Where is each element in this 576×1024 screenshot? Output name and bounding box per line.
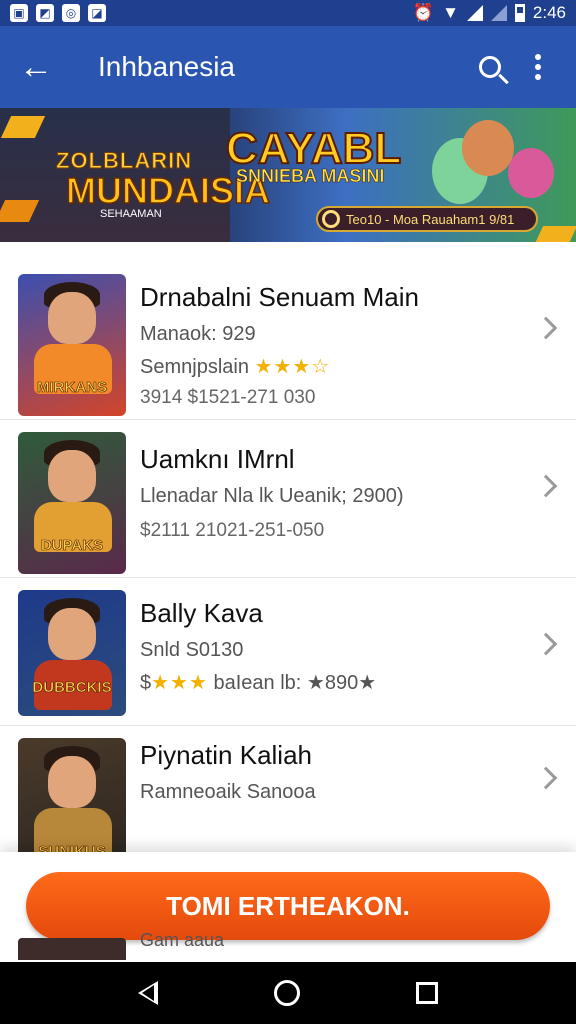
alarm-icon: ⏰ xyxy=(412,3,435,22)
game-meta-1: Snld S0130 xyxy=(140,639,244,661)
nav-back-icon[interactable] xyxy=(138,981,158,1005)
photo-icon: ▣ xyxy=(10,4,28,22)
game-meta-2: $ xyxy=(140,672,152,694)
peek-thumbnail xyxy=(18,938,126,960)
rating-stars: ★★★☆ xyxy=(254,356,331,378)
game-meta-1: Llenadar Nla lk Ueanik; 2900) xyxy=(140,485,404,507)
thumb-head xyxy=(48,292,96,344)
chevron-right-icon xyxy=(534,766,558,790)
game-thumbnail: MIRKANS xyxy=(18,274,126,416)
game-meta-1: Manaok: 929 xyxy=(140,323,256,345)
game-list: MIRKANS Drnabalni Senuam Main Manaok: 92… xyxy=(0,262,576,884)
more-options-button[interactable] xyxy=(514,43,562,91)
rating-stars: ★★★ xyxy=(151,672,208,694)
peek-text: Gam aaua xyxy=(140,930,225,950)
search-icon xyxy=(479,56,501,78)
game-title: Piynatin Kaliah xyxy=(140,740,312,770)
page-title: Inhbanesia xyxy=(98,51,236,82)
status-time: 2:46 xyxy=(532,3,566,22)
back-arrow-icon[interactable]: ← xyxy=(14,45,58,89)
banner-shard xyxy=(532,226,576,242)
primary-cta-button[interactable]: TOMI ERTHEAKON. xyxy=(26,872,550,940)
banner-pill: Teo10 - Moa Rauaham1 9/81 xyxy=(316,206,538,232)
gallery-icon: ◪ xyxy=(88,4,106,22)
app-bar: ← Inhbanesia xyxy=(0,26,576,108)
banner-left-sub: SEHAAMAN xyxy=(100,208,162,220)
status-bar: ▣ ◩ ◎ ◪ ⏰ ▼ 2:46 xyxy=(0,0,576,26)
chevron-right-icon xyxy=(534,632,558,656)
signal-icon xyxy=(466,5,483,21)
battery-icon xyxy=(514,4,525,22)
game-meta-3: $2111 21021-251-050 xyxy=(140,520,325,541)
list-item[interactable]: DUPAKS Uamknı IMrnl Llenadar Nla lk Uean… xyxy=(0,420,576,578)
banner-pill-text: Teo10 - Moa Rauaham1 9/81 xyxy=(346,211,515,227)
list-item[interactable]: MIRKANS Drnabalni Senuam Main Manaok: 92… xyxy=(0,262,576,420)
chevron-right-icon xyxy=(534,316,558,340)
more-vert-icon xyxy=(535,54,541,80)
banner-character xyxy=(508,148,554,198)
game-meta-1: Ramneoaik Sanooa xyxy=(140,781,316,803)
chevron-right-icon xyxy=(534,474,558,498)
search-button[interactable] xyxy=(466,43,514,91)
game-title: Bally Kava xyxy=(140,598,263,628)
wifi-icon: ▼ xyxy=(442,3,459,22)
game-thumbnail: DUBBCKIS xyxy=(18,590,126,716)
signal-icon-2 xyxy=(490,5,507,21)
game-title: Drnabalni Senuam Main xyxy=(140,282,419,312)
thumb-caption: DUPAKS xyxy=(40,537,104,555)
nav-recents-icon[interactable] xyxy=(416,982,438,1004)
thumb-head xyxy=(48,608,96,660)
thumb-caption: MIRKANS xyxy=(37,379,108,397)
game-thumbnail: DUPAKS xyxy=(18,432,126,574)
list-item[interactable]: DUBBCKIS Bally Kava Snld S0130 $★★★ baIe… xyxy=(0,578,576,726)
game-meta-2: Semnjpslain xyxy=(140,356,249,378)
game-meta-2-suffix: baIean lb: ★890★ xyxy=(213,672,377,694)
cast-icon: ◩ xyxy=(36,4,54,22)
banner-character xyxy=(462,120,514,176)
thumb-head xyxy=(48,756,96,808)
thumb-caption: DUBBCKIS xyxy=(32,679,112,697)
nav-home-icon[interactable] xyxy=(274,980,300,1006)
instagram-icon: ◎ xyxy=(62,4,80,22)
gear-icon xyxy=(322,210,340,228)
game-meta-3: 3914 $1521-271 030 xyxy=(140,387,316,408)
thumb-head xyxy=(48,450,96,502)
banner-right-line: SNNIEBA MASINI xyxy=(236,166,385,187)
promo-banner[interactable]: ZOLBLARIN MUNDAISIA SEHAAMAN CAYABL SNNI… xyxy=(0,108,576,242)
system-nav-bar xyxy=(0,962,576,1024)
game-title: Uamknı IMrnl xyxy=(140,444,295,474)
